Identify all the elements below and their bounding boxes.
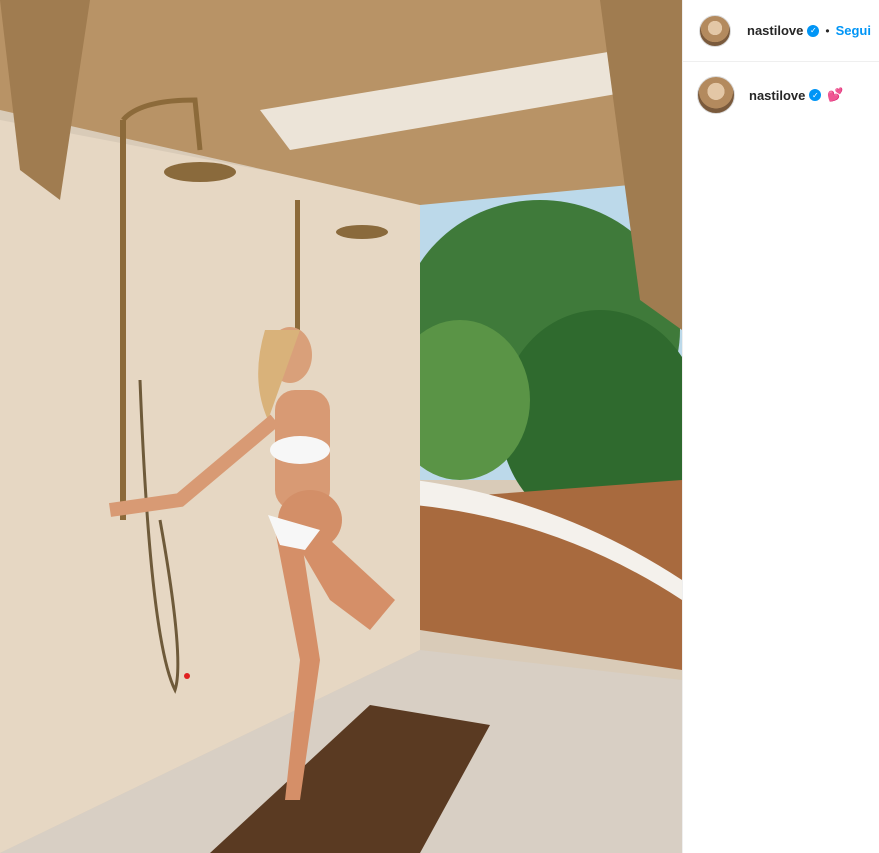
avatar[interactable] [699,14,731,47]
caption-emoji: 💕 [827,87,844,103]
post-image[interactable] [0,0,682,853]
verified-badge-icon: ✓ [807,24,820,37]
post-side-panel: nastilove ✓ • Segui nastilove ✓ 💕 [682,0,879,853]
caption-username-link[interactable]: nastilove [749,88,805,103]
username-link[interactable]: nastilove [747,23,803,38]
post-header: nastilove ✓ • Segui [683,0,879,62]
separator-dot: • [825,23,830,38]
post-photo [0,0,682,853]
follow-button[interactable]: Segui [836,23,871,38]
caption-verified-badge-icon: ✓ [809,89,822,101]
caption-row: nastilove ✓ 💕 [683,62,879,114]
caption-avatar[interactable] [697,76,735,114]
